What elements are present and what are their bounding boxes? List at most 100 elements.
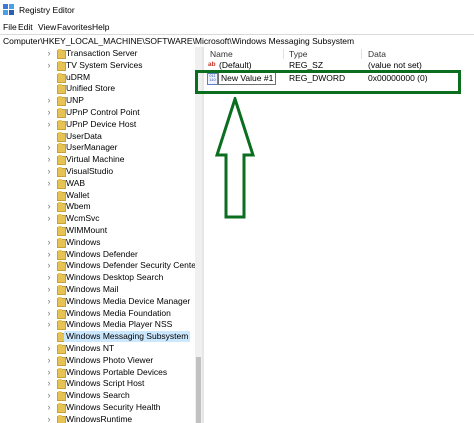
tree-item[interactable]: › Windows Search — [45, 390, 195, 402]
registry-tree[interactable]: › Transaction Server › TV System Services uD… — [0, 47, 202, 423]
tree-item[interactable]: › WindowsRuntime — [45, 414, 195, 423]
chevron-right-icon[interactable]: › — [45, 390, 53, 401]
tree-item-label: UPnP Control Point — [66, 107, 140, 117]
tree-item[interactable]: › Windows Desktop Search — [45, 272, 195, 284]
tree-item-label: Windows Mail — [66, 284, 119, 294]
chevron-right-icon[interactable]: › — [45, 119, 53, 130]
tree-item[interactable]: › Windows Media Foundation — [45, 308, 195, 319]
chevron-right-icon[interactable]: › — [45, 213, 53, 224]
tree-item[interactable]: › Windows Defender Security Center — [45, 260, 199, 272]
tree-item[interactable]: Windows Messaging Subsystem — [45, 331, 195, 343]
tree-item[interactable]: › Windows Defender — [45, 249, 195, 260]
folder-icon — [57, 249, 66, 260]
tree-item[interactable]: › Windows — [45, 237, 195, 248]
tree-item[interactable]: › UserManager — [45, 142, 195, 154]
tree-item[interactable]: › Wbem — [45, 201, 195, 213]
chevron-right-icon[interactable]: › — [45, 367, 53, 378]
tree-item[interactable]: › Windows Media Device Manager — [45, 296, 195, 307]
chevron-right-icon[interactable]: › — [45, 154, 53, 165]
chevron-right-icon[interactable]: › — [45, 95, 53, 106]
menu-view[interactable]: View — [38, 22, 56, 32]
tree-item-label: Windows Security Health — [66, 402, 161, 412]
folder-icon — [57, 155, 66, 166]
tree-item[interactable]: › Windows Script Host — [45, 378, 195, 390]
menu-help[interactable]: Help — [92, 22, 109, 32]
menu-file[interactable]: File — [3, 22, 17, 32]
tree-item-label: Windows Photo Viewer — [66, 354, 154, 365]
column-separator[interactable] — [361, 49, 362, 59]
chevron-right-icon[interactable]: › — [45, 107, 53, 118]
tree-item[interactable]: uDRM — [45, 72, 195, 83]
folder-icon — [57, 237, 66, 248]
chevron-right-icon[interactable]: › — [45, 402, 53, 413]
menu-favorites[interactable]: Favorites — [57, 22, 92, 32]
tree-item-label: Windows Media Device Manager — [66, 295, 191, 306]
folder-icon — [57, 308, 66, 319]
folder-icon — [57, 143, 66, 154]
column-header-data[interactable]: Data — [368, 49, 386, 59]
tree-scrollbar[interactable] — [195, 47, 202, 423]
tree-item[interactable]: Unified Store — [45, 83, 195, 95]
chevron-right-icon[interactable]: › — [45, 60, 53, 71]
tree-item[interactable]: WIMMount — [45, 225, 195, 236]
folder-icon — [57, 391, 66, 402]
chevron-right-icon[interactable]: › — [45, 142, 53, 153]
tree-item[interactable]: Wallet — [45, 190, 195, 201]
folder-icon — [57, 285, 66, 295]
chevron-right-icon[interactable]: › — [45, 201, 53, 212]
string-value-icon: ab — [208, 61, 216, 68]
tree-item-label: Windows Media Player NSS — [66, 319, 173, 330]
tree-item[interactable]: › TV System Services — [45, 60, 195, 71]
tree-item[interactable]: › Windows Photo Viewer — [45, 355, 195, 366]
column-separator[interactable] — [283, 49, 284, 59]
tree-item[interactable]: › Windows NT — [45, 343, 195, 354]
chevron-right-icon[interactable]: › — [45, 284, 53, 295]
chevron-right-icon[interactable]: › — [45, 319, 53, 330]
tree-item[interactable]: › WAB — [45, 178, 195, 189]
chevron-right-icon[interactable]: › — [45, 308, 53, 319]
folder-icon — [57, 355, 66, 366]
tree-item[interactable]: › Windows Media Player NSS — [45, 319, 195, 331]
chevron-right-icon[interactable]: › — [45, 272, 53, 283]
chevron-right-icon[interactable]: › — [45, 378, 53, 389]
chevron-right-icon[interactable]: › — [45, 355, 53, 366]
tree-item-label: Windows Defender Security Center — [66, 260, 199, 271]
tree-item[interactable]: › Transaction Server — [45, 48, 195, 59]
folder-icon — [57, 344, 66, 354]
tree-scrollbar-thumb[interactable] — [196, 357, 201, 423]
tree-item[interactable]: › Windows Security Health — [45, 402, 195, 413]
column-header-name[interactable]: Name — [210, 49, 233, 59]
tree-item[interactable]: › Windows Portable Devices — [45, 367, 195, 378]
chevron-right-icon[interactable]: › — [45, 414, 53, 423]
chevron-right-icon[interactable]: › — [45, 296, 53, 307]
chevron-right-icon[interactable]: › — [45, 249, 53, 260]
chevron-right-icon[interactable]: › — [45, 343, 53, 354]
tree-item-label: UPnP Device Host — [66, 118, 137, 129]
tree-item-label: Windows Portable Devices — [66, 366, 168, 377]
tree-item[interactable]: › UNP — [45, 95, 195, 107]
chevron-right-icon — [45, 131, 53, 142]
tree-item[interactable]: UserData — [45, 131, 195, 142]
chevron-right-icon[interactable]: › — [45, 260, 53, 271]
chevron-right-icon — [45, 331, 53, 342]
folder-icon — [57, 167, 66, 177]
chevron-right-icon[interactable]: › — [45, 166, 53, 177]
tree-item[interactable]: › VisualStudio — [45, 166, 195, 177]
tree-item-label: Windows Search — [66, 390, 130, 401]
tree-item[interactable]: › Virtual Machine — [45, 154, 195, 166]
tree-item[interactable]: › WcmSvc — [45, 213, 195, 225]
column-header-type[interactable]: Type — [289, 49, 307, 59]
chevron-right-icon[interactable]: › — [45, 48, 53, 59]
tree-item-label: WindowsRuntime — [66, 413, 133, 423]
chevron-right-icon[interactable]: › — [45, 178, 53, 189]
menu-edit[interactable]: Edit — [18, 22, 33, 32]
tree-item-label: WcmSvc — [66, 213, 100, 224]
chevron-right-icon[interactable]: › — [45, 237, 53, 248]
address-path[interactable]: Computer\HKEY_LOCAL_MACHINE\SOFTWARE\Mic… — [3, 36, 354, 46]
tree-item-label: Windows NT — [66, 343, 115, 353]
tree-item[interactable]: › UPnP Control Point — [45, 107, 195, 118]
tree-item[interactable]: › Windows Mail — [45, 284, 195, 295]
tree-item[interactable]: › UPnP Device Host — [45, 119, 195, 130]
tree-item-label: Unified Store — [66, 83, 116, 94]
folder-icon — [57, 296, 66, 307]
